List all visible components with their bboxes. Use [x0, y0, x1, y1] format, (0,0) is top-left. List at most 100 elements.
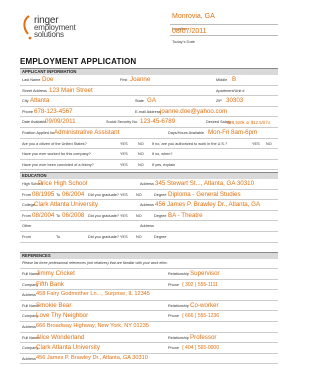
citizen-row: Are you a citizen of the United States? … — [20, 139, 278, 150]
college-label: College — [22, 203, 35, 208]
hs-graduate-yes[interactable]: YES — [120, 193, 128, 197]
ref1-relationship-label: Relationship — [168, 272, 189, 276]
position-row: Position Applied for Administrative Assi… — [20, 128, 278, 139]
other-graduate-yes[interactable]: YES — [120, 235, 128, 239]
name-row: Last Name Doe First Joanne Middle B — [20, 75, 278, 86]
hs-graduate-no[interactable]: NO — [136, 193, 142, 197]
worked-before-row: Have you ever worked for this company? Y… — [20, 149, 278, 160]
position-field[interactable]: Administrative Assistant — [54, 129, 119, 136]
salary-field[interactable]: $29,920k or $12.5/0 hr — [227, 120, 270, 125]
felony-no[interactable]: NO — [138, 163, 144, 167]
date-value[interactable]: 08/07/2011 — [172, 28, 207, 35]
header-box: Monrovia, GA Location 08/07/2011 Today's… — [170, 13, 278, 47]
ref1-name-field[interactable]: Jimmy Cricket — [36, 270, 75, 277]
street-row: Street Address 123 Main Street Apartment… — [20, 86, 278, 97]
citizen-yes[interactable]: YES — [120, 142, 128, 146]
college-graduate-no[interactable]: NO — [136, 214, 142, 218]
hs-from-field[interactable]: 08/1995 — [32, 191, 54, 198]
felony-yes[interactable]: YES — [120, 163, 128, 167]
location-value[interactable]: Monrovia, GA — [172, 13, 215, 20]
felony-explain-label: If yes, explain — [152, 162, 176, 167]
worked-yes[interactable]: YES — [120, 152, 128, 156]
references-note: Please list three professional reference… — [20, 259, 278, 269]
ref3-address-field[interactable]: 456 James P. Brawley Dr., Atlanta, GA 30… — [36, 355, 148, 361]
street-field[interactable]: 123 Main Street — [49, 87, 93, 94]
other-address-label: Address — [140, 224, 154, 229]
company-logo: ringer employment solutions — [20, 14, 110, 44]
email-label: E-mail Address — [135, 109, 161, 114]
first-name-field[interactable]: Joanne — [130, 76, 150, 83]
ref3-phone-field[interactable]: ( 404 ) 565-0000 — [182, 345, 219, 351]
college-to-label: To — [56, 213, 61, 218]
ref1-company-field[interactable]: Fifth Bank — [36, 281, 64, 288]
college-from-field[interactable]: 08/2004 — [32, 212, 54, 219]
education-heading: EDUCATION — [20, 172, 278, 179]
last-name-field[interactable]: Doe — [42, 76, 53, 83]
date-available-label: Date Available — [22, 120, 47, 125]
reference-2-company-row: Company Love Thy Neighbor Phone ( 666 ) … — [20, 311, 278, 322]
college-field[interactable]: Clark Atlanta University — [34, 201, 98, 208]
availability-row: Date Available 09/09/2011 Social Securit… — [20, 117, 278, 128]
page-title: EMPLOYMENT APPLICATION — [20, 57, 137, 66]
position-label: Position Applied for — [22, 130, 55, 135]
ref2-phone-field[interactable]: ( 666 ) 555-1236 — [182, 313, 219, 319]
other-to-label: To — [56, 234, 61, 239]
ref1-relationship-field[interactable]: Supervisor — [190, 270, 220, 277]
middle-label: Middle — [216, 78, 228, 82]
email-field[interactable]: joanne.doe@yahoo.com — [160, 108, 227, 115]
hs-degree-label: Degree — [154, 192, 167, 197]
first-name-label: First — [120, 78, 128, 82]
zip-field[interactable]: 30303 — [226, 97, 243, 104]
ref2-name-field[interactable]: Smokie Bear — [36, 302, 71, 309]
hs-address-field[interactable]: 345 Stewart St..., Atlanta, GA 30310 — [155, 180, 254, 187]
college-degree-field[interactable]: BA - Theatre — [168, 212, 203, 219]
applicant-heading: APPLICANT INFORMATION — [20, 68, 278, 75]
logo-line-3: solutions — [34, 30, 64, 39]
other-graduate-no[interactable]: NO — [136, 235, 142, 239]
worked-no[interactable]: NO — [138, 152, 144, 156]
ssn-field[interactable]: 123-45-6789 — [140, 118, 175, 125]
hs-dates-row: From 08/1995 To 06/2004 Did you graduate… — [20, 190, 278, 201]
state-label: State — [135, 99, 144, 104]
ref2-relationship-label: Relationship — [168, 303, 189, 308]
reference-1-company-row: Company Fifth Bank Phone ( 302 ) 555-111… — [20, 280, 278, 291]
ref2-relationship-field[interactable]: Co-worker — [190, 302, 219, 309]
hs-from-label: From — [22, 192, 31, 197]
days-field[interactable]: Mon-Fri 8am-6pm — [208, 129, 257, 136]
ref3-relationship-field[interactable]: Professor — [190, 334, 216, 341]
hs-to-field[interactable]: 06/2004 — [62, 191, 84, 198]
middle-field[interactable]: B — [232, 76, 236, 83]
ref3-name-field[interactable]: Alice Wonderland — [36, 334, 84, 341]
education-section: EDUCATION High School Price High School … — [20, 172, 278, 243]
ref3-company-field[interactable]: Clark Atlanta University — [36, 344, 100, 351]
other-graduate-label: Did you graduate? — [88, 234, 120, 239]
phone-label: Phone — [22, 109, 33, 114]
ref2-address-field[interactable]: 666 Broadway Highway, New York, NY 01235 — [36, 323, 149, 329]
logo-text: ringer employment solutions — [34, 16, 76, 39]
reference-2-name-row: Full Name Smokie Bear Relationship Co-wo… — [20, 301, 278, 312]
ref2-company-field[interactable]: Love Thy Neighbor — [36, 312, 88, 319]
reference-1-name-row: Full Name Jimmy Cricket Relationship Sup… — [20, 269, 278, 280]
college-graduate-yes[interactable]: YES — [120, 214, 128, 218]
college-to-field[interactable]: 06/2008 — [62, 212, 84, 219]
high-school-field[interactable]: Price High School — [38, 180, 87, 187]
date-available-field[interactable]: 09/09/2011 — [45, 118, 76, 125]
ref1-phone-field[interactable]: ( 302 ) 555-1111 — [182, 282, 218, 288]
felony-row: Have you ever been convicted of a felony… — [20, 160, 278, 171]
ref2-address-label: Address — [22, 324, 36, 329]
state-field[interactable]: GA — [147, 97, 156, 104]
street-label: Street Address — [22, 88, 47, 93]
college-address-field[interactable]: 456 James P. Brawley Dr., Atlanta, GA — [155, 201, 260, 208]
authorized-no[interactable]: NO — [266, 142, 272, 146]
ref1-address-field[interactable]: 458 Fairy Godmother Ln..., Surprise, IL … — [36, 291, 150, 297]
reference-3-name-row: Full Name Alice Wonderland Relationship … — [20, 333, 278, 344]
college-dates-row: From 08/2004 To 06/2008 Did you graduate… — [20, 211, 278, 222]
authorized-yes[interactable]: YES — [252, 142, 260, 146]
zip-label: ZIP — [216, 99, 222, 104]
phone-field[interactable]: 678-123-4567 — [34, 108, 73, 115]
citizen-no[interactable]: NO — [138, 142, 144, 146]
hs-degree-field[interactable]: Diploma - General Studies — [168, 191, 241, 198]
city-field[interactable]: Atlanta — [30, 97, 49, 104]
last-name-label: Last Name — [22, 78, 41, 82]
reference-3-company-row: Company Clark Atlanta University Phone (… — [20, 343, 278, 354]
